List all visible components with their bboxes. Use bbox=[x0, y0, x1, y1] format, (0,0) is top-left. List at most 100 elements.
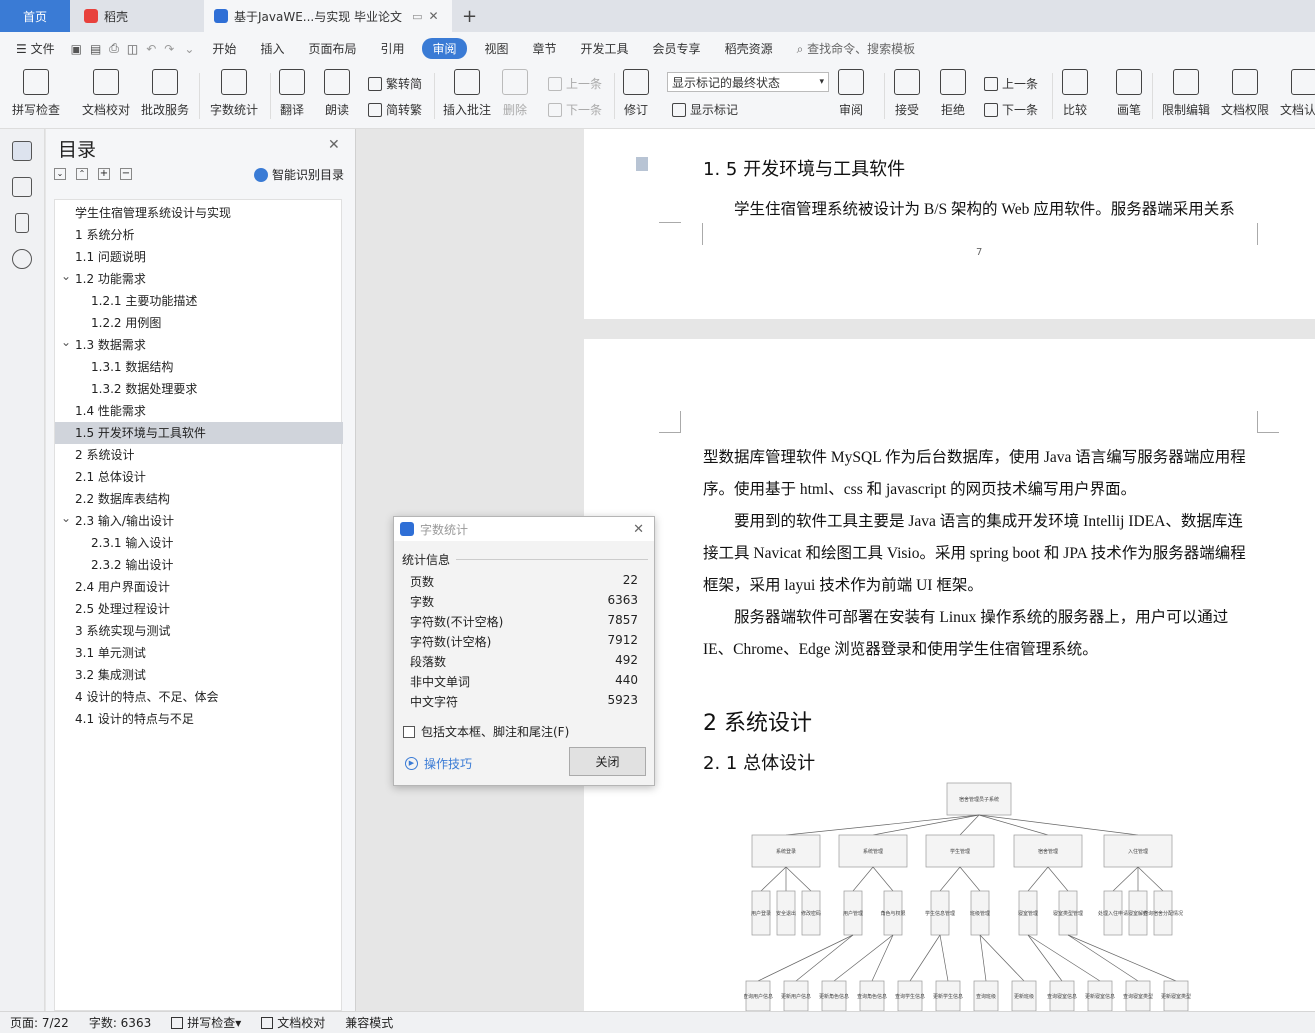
word-count-indicator[interactable]: 字数: 6363 bbox=[79, 1014, 161, 1031]
toc-item[interactable]: 学生住宿管理系统设计与实现 bbox=[55, 202, 343, 224]
tab-app[interactable]: 稻壳 bbox=[74, 0, 200, 32]
toc-item[interactable]: 4.1 设计的特点与不足 bbox=[55, 708, 343, 730]
menu-8[interactable]: 会员专享 bbox=[641, 40, 713, 57]
doc-proof-status[interactable]: 文档校对 bbox=[251, 1014, 335, 1031]
accept-button[interactable]: 接受 bbox=[894, 69, 920, 118]
tab-document[interactable]: 基于JavaWE...与实现 毕业论文 ▭ ✕ bbox=[204, 0, 452, 32]
menu-0[interactable]: 开始 bbox=[200, 40, 248, 57]
toc-item[interactable]: 2.2 数据库表结构 bbox=[55, 488, 343, 510]
close-button[interactable]: 关闭 bbox=[569, 747, 646, 776]
word-count-button[interactable]: 字数统计 bbox=[210, 69, 258, 118]
org-level1: 宿舍管理 bbox=[1013, 834, 1083, 868]
toc-item-label: 1.3 数据需求 bbox=[75, 338, 146, 352]
preview-icon[interactable]: ◫ bbox=[123, 42, 142, 56]
more-icon[interactable]: ⌄ bbox=[178, 42, 200, 56]
save-icon[interactable]: ▣ bbox=[67, 42, 86, 56]
close-icon[interactable]: ✕ bbox=[633, 522, 644, 537]
close-tab-icon[interactable]: ✕ bbox=[428, 9, 438, 23]
toc-item[interactable]: 1.3.2 数据处理要求 bbox=[55, 378, 343, 400]
simp-to-trad-button[interactable]: 简转繁 bbox=[368, 101, 422, 118]
print-icon[interactable]: ⎙ bbox=[105, 41, 123, 56]
collapse-all-icon[interactable]: ⌄ bbox=[54, 168, 66, 180]
spell-check-button[interactable]: 拼写检查 bbox=[12, 69, 60, 118]
toc-item[interactable]: 1.3.1 数据结构 bbox=[55, 356, 343, 378]
undo-icon[interactable]: ↶ bbox=[142, 42, 160, 56]
track-changes-button[interactable]: 修订 bbox=[623, 69, 649, 118]
translate-button[interactable]: 翻译 bbox=[279, 69, 305, 118]
new-tab-icon[interactable]: + bbox=[462, 0, 482, 32]
command-search[interactable]: ⌕ 查找命令、搜索模板 bbox=[785, 40, 928, 57]
toc-item[interactable]: 4 设计的特点、不足、体会 bbox=[55, 686, 343, 708]
menu-5[interactable]: 视图 bbox=[473, 40, 521, 57]
trad-to-simp-button[interactable]: 繁转简 bbox=[368, 75, 422, 92]
toc-icon[interactable] bbox=[12, 141, 32, 161]
delete-comment-button[interactable]: 删除 bbox=[502, 69, 528, 118]
tab-home[interactable]: 首页 bbox=[0, 0, 70, 32]
doc-icon[interactable] bbox=[636, 157, 648, 171]
export-icon[interactable]: ▤ bbox=[86, 42, 105, 56]
restrict-edit-button[interactable]: 限制编辑 bbox=[1162, 69, 1210, 118]
markup-mode-select[interactable]: 显示标记的最终状态 ▾ bbox=[667, 72, 829, 92]
insert-comment-button[interactable]: 插入批注 bbox=[443, 69, 491, 118]
menu-2[interactable]: 页面布局 bbox=[296, 40, 368, 57]
next-comment-button[interactable]: 下一条 bbox=[548, 101, 602, 118]
page-indicator[interactable]: 页面: 7/22 bbox=[0, 1014, 79, 1031]
toc-item[interactable]: 3.2 集成测试 bbox=[55, 664, 343, 686]
toc-item[interactable]: ⌄ 2.3 输入/输出设计 bbox=[55, 510, 343, 532]
pen-button[interactable]: 画笔 bbox=[1116, 69, 1142, 118]
menu-9[interactable]: 稻壳资源 bbox=[713, 40, 785, 57]
remove-level-icon[interactable]: − bbox=[120, 168, 132, 180]
toc-item[interactable]: ⌄ 1.2 功能需求 bbox=[55, 268, 343, 290]
toc-item[interactable]: 2.3.2 输出设计 bbox=[55, 554, 343, 576]
doc-proof-button[interactable]: 文档校对 bbox=[82, 69, 130, 118]
review-pane-button[interactable]: 审阅 bbox=[838, 69, 864, 118]
menu-1[interactable]: 插入 bbox=[248, 40, 296, 57]
smart-toc-button[interactable]: 智能识别目录 bbox=[254, 166, 344, 183]
toc-item[interactable]: 2.1 总体设计 bbox=[55, 466, 343, 488]
pin-icon[interactable]: ▭ bbox=[412, 10, 422, 23]
org-level2-label: 寝室类型管理 bbox=[1053, 910, 1083, 917]
bookmark-icon[interactable] bbox=[15, 213, 29, 233]
chapter-icon[interactable] bbox=[12, 177, 32, 197]
menu-6[interactable]: 章节 bbox=[521, 40, 569, 57]
chevron-down-icon[interactable]: ⌄ bbox=[61, 507, 71, 529]
toc-item[interactable]: 3.1 单元测试 bbox=[55, 642, 343, 664]
prev-change-button[interactable]: 上一条 bbox=[984, 75, 1038, 92]
menu-4[interactable]: 审阅 bbox=[422, 38, 467, 59]
chevron-down-icon[interactable]: ⌄ bbox=[61, 331, 71, 353]
expand-all-icon[interactable]: ⌃ bbox=[76, 168, 88, 180]
close-icon[interactable]: ✕ bbox=[328, 137, 340, 153]
track-changes-label: 修订 bbox=[623, 103, 648, 117]
chevron-down-icon[interactable]: ⌄ bbox=[61, 265, 71, 287]
tips-link[interactable]: ▶ 操作技巧 bbox=[405, 755, 472, 772]
reject-button[interactable]: 拒绝 bbox=[940, 69, 966, 118]
menu-7[interactable]: 开发工具 bbox=[569, 40, 641, 57]
toc-item[interactable]: 2 系统设计 bbox=[55, 444, 343, 466]
search-icon[interactable] bbox=[12, 249, 32, 269]
toc-item[interactable]: ⌄ 1.3 数据需求 bbox=[55, 334, 343, 356]
read-aloud-button[interactable]: 朗读 bbox=[324, 69, 350, 118]
batch-service-button[interactable]: 批改服务 bbox=[141, 69, 189, 118]
doc-verify-button[interactable]: 文档认证 bbox=[1280, 69, 1315, 118]
toc-item[interactable]: 1.5 开发环境与工具软件 bbox=[55, 422, 343, 444]
doc-permission-button[interactable]: 文档权限 bbox=[1221, 69, 1269, 118]
toc-item[interactable]: 2.5 处理过程设计 bbox=[55, 598, 343, 620]
toc-item[interactable]: 1.2.2 用例图 bbox=[55, 312, 343, 334]
prev-comment-button[interactable]: 上一条 bbox=[548, 75, 602, 92]
toc-item[interactable]: 1 系统分析 bbox=[55, 224, 343, 246]
include-textbox-checkbox[interactable]: 包括文本框、脚注和尾注(F) bbox=[403, 723, 569, 740]
toc-item[interactable]: 3 系统实现与测试 bbox=[55, 620, 343, 642]
toc-item[interactable]: 1.2.1 主要功能描述 bbox=[55, 290, 343, 312]
menu-3[interactable]: 引用 bbox=[368, 40, 416, 57]
redo-icon[interactable]: ↷ bbox=[160, 42, 178, 56]
toc-item[interactable]: 1.1 问题说明 bbox=[55, 246, 343, 268]
spell-check-status[interactable]: 拼写检查 ▾ bbox=[161, 1014, 251, 1031]
add-level-icon[interactable]: + bbox=[98, 168, 110, 180]
next-change-button[interactable]: 下一条 bbox=[984, 101, 1038, 118]
toc-item[interactable]: 2.4 用户界面设计 bbox=[55, 576, 343, 598]
compare-button[interactable]: 比较 bbox=[1062, 69, 1088, 118]
toc-item[interactable]: 1.4 性能需求 bbox=[55, 400, 343, 422]
file-menu[interactable]: ☰ 文件 bbox=[0, 40, 67, 57]
toc-item[interactable]: 2.3.1 输入设计 bbox=[55, 532, 343, 554]
show-markup-button[interactable]: 显示标记 bbox=[672, 101, 738, 118]
